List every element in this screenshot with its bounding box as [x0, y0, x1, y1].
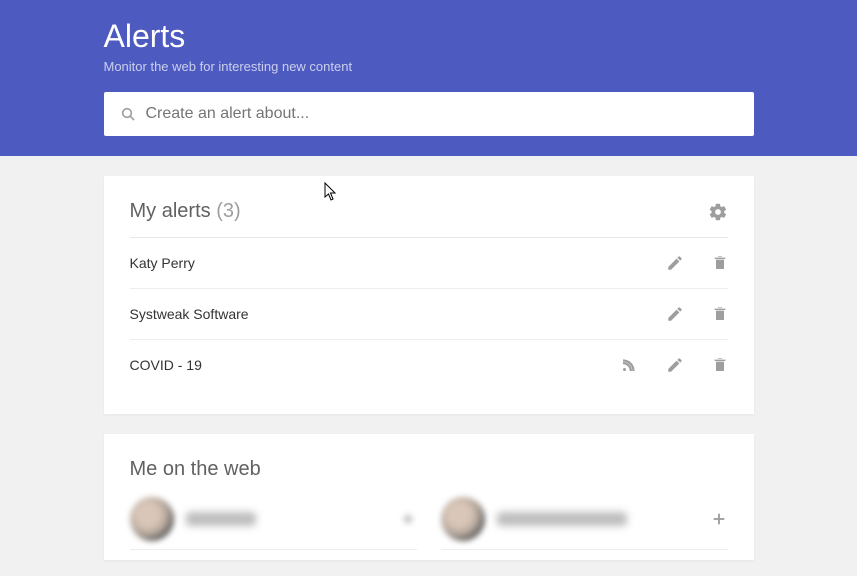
plus-icon[interactable]: [399, 510, 417, 528]
me-suggestion-label: [186, 512, 256, 526]
me-on-web-title: Me on the web: [130, 458, 261, 481]
avatar: [441, 497, 485, 541]
rss-icon[interactable]: [620, 356, 638, 374]
alert-row: Systweak Software: [130, 289, 728, 340]
my-alerts-card: My alerts (3) Katy Perry Systweak Softwa…: [104, 176, 754, 414]
alert-row: COVID - 19: [130, 340, 728, 390]
trash-icon[interactable]: [712, 356, 728, 374]
me-suggestion[interactable]: [130, 497, 417, 550]
page-subtitle: Monitor the web for interesting new cont…: [104, 59, 754, 74]
trash-icon[interactable]: [712, 305, 728, 323]
search-box[interactable]: [104, 92, 754, 136]
plus-icon[interactable]: [710, 510, 728, 528]
search-icon: [120, 106, 136, 122]
avatar: [130, 497, 174, 541]
pencil-icon[interactable]: [666, 305, 684, 323]
trash-icon[interactable]: [712, 254, 728, 272]
pencil-icon[interactable]: [666, 254, 684, 272]
alert-name[interactable]: Katy Perry: [130, 255, 195, 271]
header-banner: Alerts Monitor the web for interesting n…: [0, 0, 857, 156]
pencil-icon[interactable]: [666, 356, 684, 374]
my-alerts-title: My alerts (3): [130, 200, 241, 223]
gear-icon[interactable]: [708, 202, 728, 222]
search-input[interactable]: [146, 105, 738, 123]
alert-name[interactable]: COVID - 19: [130, 357, 202, 373]
me-suggestion[interactable]: [441, 497, 728, 550]
page-title: Alerts: [104, 18, 754, 55]
me-suggestion-label: [497, 512, 627, 526]
me-on-web-card: Me on the web: [104, 434, 754, 560]
alert-row: Katy Perry: [130, 238, 728, 289]
alert-name[interactable]: Systweak Software: [130, 306, 249, 322]
